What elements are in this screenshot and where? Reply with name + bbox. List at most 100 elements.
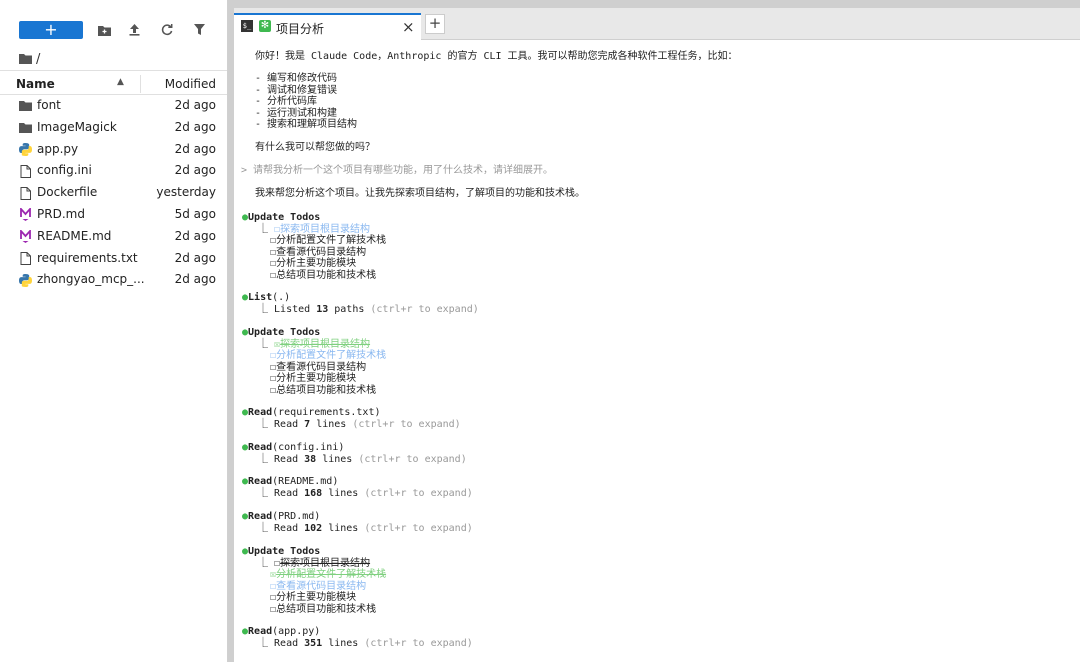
todo-line: ☐查看源代码目录结构 bbox=[258, 247, 366, 259]
tool-result: ⎿ Read 7 lines (ctrl+r to expand) bbox=[258, 419, 461, 431]
terminal-line: 我来帮您分析这个项目。让我先探索项目结构，了解项目的功能和技术栈。 bbox=[255, 188, 585, 200]
tool-header: ●Read(config.ini) bbox=[242, 442, 344, 454]
result-suffix: paths bbox=[328, 304, 371, 315]
todo-line: ⎿ ☒探索项目根目录结构 bbox=[258, 339, 370, 351]
file-row[interactable]: README.md 2d ago bbox=[0, 226, 227, 248]
python-file-icon bbox=[18, 273, 32, 287]
file-list-header: Name ▲ Modified bbox=[0, 73, 227, 95]
result-suffix: lines bbox=[322, 488, 365, 499]
upload-icon[interactable] bbox=[125, 21, 143, 39]
terminal-output[interactable]: 你好！我是 Claude Code，Anthropic 的官方 CLI 工具。我… bbox=[234, 40, 1080, 662]
todo-item: 探索项目根目录结构 bbox=[280, 223, 371, 235]
terminal-line: - 分析代码库 bbox=[255, 96, 317, 108]
file-row[interactable]: zhongyao_mcp_... 2d ago bbox=[0, 269, 227, 291]
name-column-header[interactable]: Name bbox=[16, 77, 55, 91]
todo-item: 查看源代码目录结构 bbox=[276, 580, 367, 592]
file-row[interactable]: requirements.txt 2d ago bbox=[0, 248, 227, 270]
file-browser: + / Name ▲ Modified font 2d ago ImageMagic… bbox=[0, 0, 228, 662]
breadcrumb-root[interactable]: / bbox=[36, 52, 40, 67]
folder-icon bbox=[19, 54, 32, 64]
terminal-line: - 运行测试和构建 bbox=[255, 108, 337, 120]
file-row[interactable]: app.py 2d ago bbox=[0, 139, 227, 161]
new-folder-icon[interactable] bbox=[95, 21, 113, 39]
tool-result: ⎿ Read 102 lines (ctrl+r to expand) bbox=[258, 523, 473, 535]
result-prefix: Read bbox=[274, 638, 305, 649]
add-tab-button[interactable]: + bbox=[425, 14, 445, 34]
modified-column-header[interactable]: Modified bbox=[165, 77, 216, 91]
tab-label: 项目分析 bbox=[276, 22, 325, 36]
tool-result: ⎿ Listed 13 paths (ctrl+r to expand) bbox=[258, 304, 479, 316]
tool-header: ●Read(app.py) bbox=[242, 626, 320, 638]
ability-item: - 运行测试和构建 bbox=[255, 107, 338, 119]
tool-result: ⎿ Read 168 lines (ctrl+r to expand) bbox=[258, 488, 473, 500]
sparkle-icon: ✻ bbox=[259, 20, 271, 32]
file-row[interactable]: Dockerfile yesterday bbox=[0, 182, 227, 204]
todo-line: ☐查看源代码目录结构 bbox=[258, 362, 366, 374]
todo-line: ☐总结项目功能和技术栈 bbox=[258, 385, 376, 397]
branch-icon: ⎿ bbox=[258, 338, 275, 350]
close-tab-icon[interactable]: × bbox=[402, 18, 415, 36]
tool-name: Read bbox=[248, 626, 273, 637]
todo-line: ☐查看源代码目录结构 bbox=[258, 581, 366, 593]
ability-item: - 调试和修复错误 bbox=[255, 84, 338, 96]
result-suffix: lines bbox=[310, 419, 353, 430]
terminal-line: > 请帮我分析一个这个项目有哪些功能，用了什么技术，请详细展开。 bbox=[241, 165, 553, 177]
file-name: README.md bbox=[37, 228, 112, 243]
refresh-icon[interactable] bbox=[158, 21, 176, 39]
file-name: font bbox=[37, 98, 61, 112]
tool-name: Update Todos bbox=[248, 212, 321, 223]
todo-item: 探索项目根目录结构 bbox=[280, 557, 371, 569]
file-list: font 2d ago ImageMagick 2d ago app.py 2d ago c… bbox=[0, 95, 227, 291]
expand-hint: (ctrl+r to expand) bbox=[358, 454, 467, 465]
ability-item: - 编写和修改代码 bbox=[255, 73, 338, 84]
result-prefix: Listed bbox=[274, 304, 317, 315]
result-count: 168 bbox=[304, 488, 323, 499]
file-modified: 2d ago bbox=[174, 163, 216, 178]
user-prompt: > 请帮我分析一个这个项目有哪些功能，用了什么技术，请详细展开。 bbox=[241, 165, 554, 176]
file-row[interactable]: font 2d ago bbox=[0, 95, 227, 117]
file-row[interactable]: PRD.md 5d ago bbox=[0, 204, 227, 226]
breadcrumb[interactable]: / bbox=[19, 50, 40, 68]
new-launcher-button[interactable]: + bbox=[19, 21, 83, 39]
branch-icon: ⎿ bbox=[258, 488, 275, 499]
file-icon bbox=[18, 252, 32, 266]
expand-hint: (ctrl+r to expand) bbox=[364, 488, 473, 499]
file-row[interactable]: config.ini 2d ago bbox=[0, 160, 227, 182]
tool-result: ⎿ Read 38 lines (ctrl+r to expand) bbox=[258, 454, 467, 466]
file-row[interactable]: ImageMagick 2d ago bbox=[0, 117, 227, 139]
branch-icon: ⎿ bbox=[258, 419, 275, 430]
file-modified: 2d ago bbox=[174, 141, 216, 156]
tool-header: ●Update Todos bbox=[242, 546, 320, 558]
file-name: config.ini bbox=[37, 163, 92, 178]
tool-arg: (app.py) bbox=[272, 626, 321, 637]
file-name: app.py bbox=[37, 141, 79, 156]
expand-hint: (ctrl+r to expand) bbox=[364, 638, 473, 649]
result-count: 13 bbox=[316, 304, 329, 315]
file-modified: 2d ago bbox=[174, 98, 216, 112]
tool-arg: (.) bbox=[272, 292, 291, 303]
file-name: requirements.txt bbox=[37, 250, 138, 265]
question-text: 有什么我可以帮您做的吗？ bbox=[255, 142, 375, 153]
expand-hint: (ctrl+r to expand) bbox=[370, 304, 479, 315]
tool-name: Read bbox=[248, 442, 273, 453]
file-name: zhongyao_mcp_... bbox=[37, 272, 145, 287]
tab-terminal[interactable]: $_ ✻ 项目分析 × bbox=[234, 13, 421, 40]
filter-icon[interactable] bbox=[190, 21, 208, 39]
folder-icon bbox=[18, 99, 32, 113]
todo-line: ⎿ ☐探索项目根目录结构 bbox=[258, 558, 370, 570]
todo-line: ☒分析配置文件了解技术栈 bbox=[258, 569, 386, 581]
column-divider[interactable] bbox=[140, 75, 141, 93]
branch-icon: ⎿ bbox=[258, 304, 275, 315]
todo-line: ⎿ ☐探索项目根目录结构 bbox=[258, 224, 370, 236]
terminal-line: - 调试和修复错误 bbox=[255, 85, 337, 97]
file-modified: yesterday bbox=[156, 185, 216, 200]
terminal-line: 你好！我是 Claude Code，Anthropic 的官方 CLI 工具。我… bbox=[255, 51, 738, 63]
terminal-line: - 搜索和理解项目结构 bbox=[255, 119, 357, 131]
ability-item: - 分析代码库 bbox=[255, 96, 318, 107]
sort-ascending-icon[interactable]: ▲ bbox=[117, 77, 124, 87]
